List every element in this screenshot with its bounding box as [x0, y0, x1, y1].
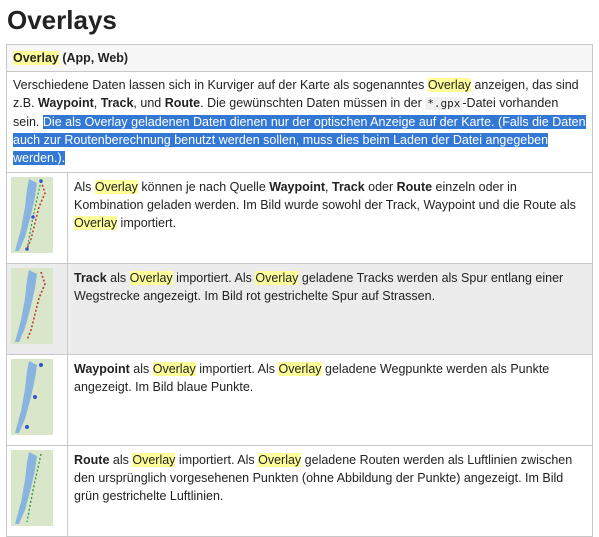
intro-bold-waypoint: Waypoint — [38, 96, 94, 110]
table-header-row: Overlay (App, Web) — [6, 44, 593, 72]
row-highlight: Overlay — [74, 216, 118, 230]
image-cell — [6, 354, 68, 446]
code-ext: .gpx — [433, 97, 461, 110]
table-row: Als Overlay können je nach Quelle Waypoi… — [6, 172, 593, 264]
table-row: Route als Overlay importiert. Als Overla… — [6, 445, 593, 537]
row-text: oder — [364, 180, 397, 194]
row-text: als — [106, 271, 130, 285]
selected-text[interactable]: Die als Overlay geladenen Daten dienen n… — [13, 115, 586, 165]
row-text: können je nach Quelle — [137, 180, 270, 194]
text-cell: Waypoint als Overlay importiert. Als Ove… — [67, 354, 593, 446]
image-cell — [6, 445, 68, 537]
row-bold: Waypoint — [269, 180, 326, 194]
row-highlight: Overlay — [278, 362, 322, 376]
header-suffix: (App, Web) — [58, 51, 129, 65]
intro-text: . Die gewünschten Daten müssen in der — [200, 96, 426, 110]
row-text: importiert. — [117, 216, 177, 230]
code-star: * — [427, 97, 434, 110]
row-text: als — [109, 453, 133, 467]
map-thumbnail-route[interactable] — [11, 450, 53, 526]
row-text: Als — [74, 180, 95, 194]
row-highlight: Overlay — [132, 453, 176, 467]
row-highlight: Overlay — [255, 271, 299, 285]
table-row: Track als Overlay importiert. Als Overla… — [6, 263, 593, 355]
row-bold: Track — [332, 180, 365, 194]
table-row: Waypoint als Overlay importiert. Als Ove… — [6, 354, 593, 446]
row-highlight: Overlay — [129, 271, 173, 285]
row-bold: Track — [74, 271, 107, 285]
intro-text: , — [93, 96, 101, 110]
intro-text: Verschiedene Daten lassen sich in Kurvig… — [13, 78, 428, 92]
intro-row: Verschiedene Daten lassen sich in Kurvig… — [6, 71, 593, 173]
map-thumbnail-track[interactable] — [11, 268, 53, 344]
row-text: importiert. Als — [195, 362, 279, 376]
text-cell: Als Overlay können je nach Quelle Waypoi… — [67, 172, 593, 264]
row-text: als — [129, 362, 153, 376]
row-bold: Waypoint — [74, 362, 130, 376]
intro-code: *.gpx — [425, 97, 463, 110]
intro-cell: Verschiedene Daten lassen sich in Kurvig… — [6, 71, 593, 173]
row-text: importiert. Als — [175, 453, 259, 467]
row-highlight: Overlay — [94, 180, 138, 194]
intro-text: , und — [133, 96, 165, 110]
text-cell: Track als Overlay importiert. Als Overla… — [67, 263, 593, 355]
header-overlay-label: Overlay — [13, 51, 59, 65]
row-highlight: Overlay — [152, 362, 196, 376]
row-bold: Route — [74, 453, 110, 467]
overlay-table: Overlay (App, Web) Verschiedene Daten la… — [6, 44, 593, 537]
intro-bold-route: Route — [164, 96, 201, 110]
intro-bold-track: Track — [100, 96, 134, 110]
row-text: importiert. Als — [172, 271, 256, 285]
table-header-cell: Overlay (App, Web) — [6, 44, 593, 72]
page-title: Overlays — [7, 5, 117, 35]
intro-highlight: Overlay — [427, 78, 471, 92]
image-cell — [6, 263, 68, 355]
text-cell: Route als Overlay importiert. Als Overla… — [67, 445, 593, 537]
image-cell — [6, 172, 68, 264]
row-text: , — [325, 180, 332, 194]
map-thumbnail-combined[interactable] — [11, 177, 53, 253]
map-thumbnail-waypoint[interactable] — [11, 359, 53, 435]
row-highlight: Overlay — [258, 453, 302, 467]
row-bold: Route — [396, 180, 433, 194]
